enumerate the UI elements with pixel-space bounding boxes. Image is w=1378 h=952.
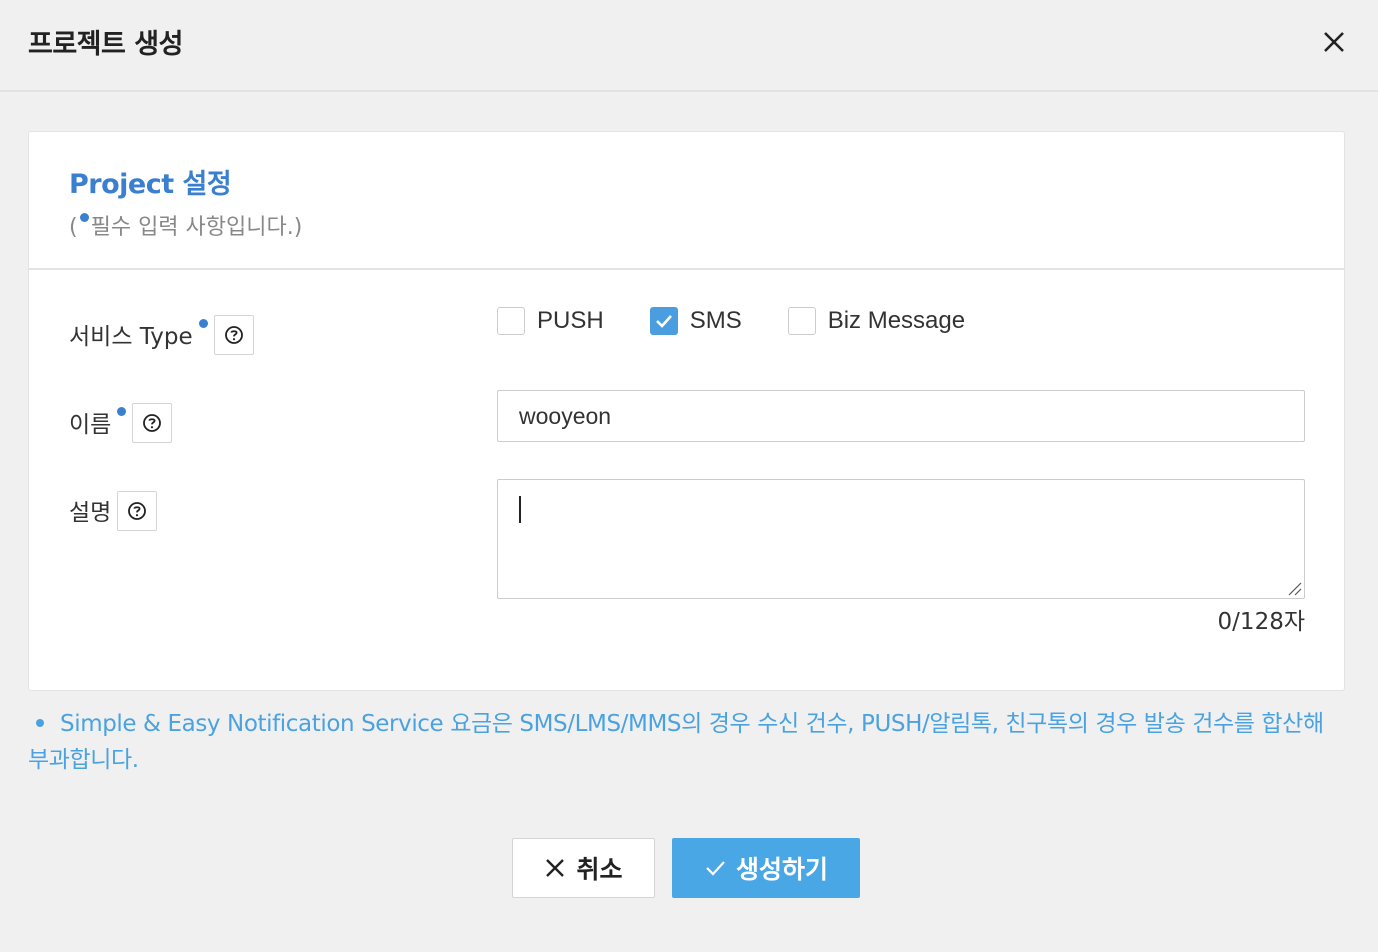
bullet-icon (36, 718, 44, 727)
create-button[interactable]: 생성하기 (672, 838, 860, 898)
question-icon (128, 502, 147, 520)
service-type-label-text: 서비스 Type (69, 324, 193, 350)
question-icon (143, 414, 162, 432)
name-input[interactable] (497, 390, 1305, 442)
required-dot-icon (198, 319, 208, 328)
required-note: ( 필수 입력 사항입니다.) (69, 209, 302, 241)
option-push[interactable]: PUSH (497, 307, 604, 335)
cancel-button[interactable]: 취소 (512, 838, 655, 898)
name-label-text: 이름 (69, 412, 112, 438)
text-caret (519, 496, 521, 523)
description-counter: 0/128자 (1217, 609, 1305, 635)
push-checkbox[interactable] (497, 307, 525, 335)
close-icon (546, 859, 565, 877)
close-button[interactable] (1318, 26, 1350, 58)
check-icon (655, 315, 672, 328)
option-sms[interactable]: SMS (649, 307, 742, 335)
name-help-button[interactable] (132, 403, 173, 443)
sms-label: SMS (689, 307, 742, 334)
resize-grip-icon[interactable] (1286, 580, 1302, 596)
option-biz-message[interactable]: Biz Message (787, 307, 966, 335)
description-help-button[interactable] (117, 491, 158, 531)
cancel-button-label: 취소 (576, 855, 623, 884)
modal-header: 프로젝트 생성 (0, 0, 1378, 92)
pricing-notice: Simple & Easy Notification Service 요금은 S… (28, 706, 1348, 778)
close-icon (1324, 32, 1344, 52)
biz-message-checkbox[interactable] (787, 307, 816, 335)
required-note-open: ( (69, 215, 78, 240)
project-settings-card: Project 설정 ( 필수 입력 사항입니다.) 서비스 Type PUSH (28, 131, 1345, 691)
question-icon (224, 326, 243, 344)
create-button-label: 생성하기 (735, 855, 828, 884)
description-label: 설명 (69, 491, 158, 531)
description-textarea[interactable] (497, 479, 1305, 599)
biz-message-label: Biz Message (827, 307, 966, 334)
check-icon (706, 861, 725, 876)
service-type-label: 서비스 Type (69, 315, 254, 355)
section-title: Project 설정 (69, 169, 232, 200)
description-label-text: 설명 (69, 500, 112, 526)
pricing-notice-text: Simple & Easy Notification Service 요금은 S… (28, 711, 1324, 773)
required-dot-icon (117, 407, 127, 416)
card-header: Project 설정 ( 필수 입력 사항입니다.) (29, 132, 1344, 270)
required-note-text: 필수 입력 사항입니다.) (90, 215, 303, 240)
name-label: 이름 (69, 403, 173, 443)
service-type-options: PUSH SMS Biz Message (497, 306, 1011, 336)
service-type-help-button[interactable] (213, 315, 254, 355)
sms-checkbox[interactable] (649, 307, 678, 335)
push-label: PUSH (537, 307, 604, 334)
modal-title: 프로젝트 생성 (28, 29, 183, 60)
required-dot-icon (79, 213, 89, 222)
